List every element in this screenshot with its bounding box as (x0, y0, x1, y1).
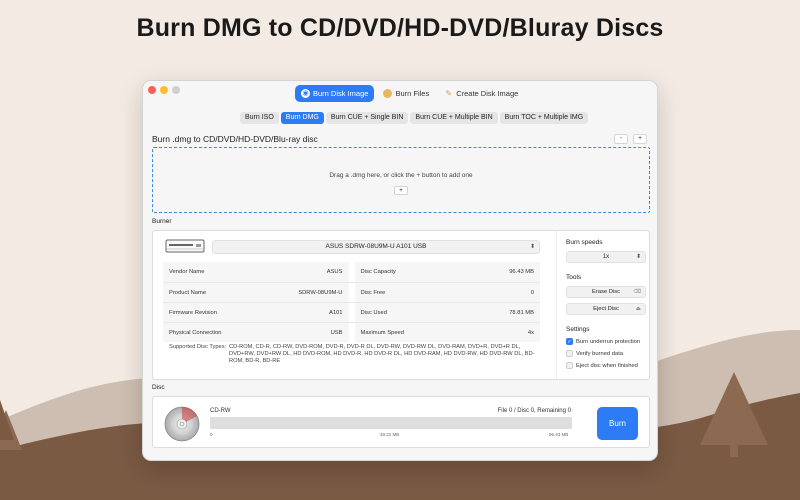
burn-speeds-label: Burn speeds (566, 239, 603, 246)
subtab-cue-multiple-bin[interactable]: Burn CUE + Multiple BIN (410, 112, 498, 124)
eject-when-finished-checkbox[interactable]: Eject disc when finished (566, 362, 638, 369)
tab-create-disk-image[interactable]: ✎ Create Disk Image (438, 85, 524, 102)
section-title: Burn .dmg to CD/DVD/HD-DVD/Blu-ray disc (152, 134, 318, 144)
info-key: Firmware Revision (169, 309, 217, 316)
tools-label: Tools (566, 274, 582, 281)
speed-value: 1x (602, 254, 610, 260)
checkbox-box (566, 350, 573, 357)
cd-icon (164, 406, 200, 442)
optical-drive-icon (165, 239, 205, 253)
info-value: SDRW-08U9M-U (298, 289, 343, 296)
erase-disc-label: Erase Disc (591, 289, 621, 295)
checkbox-box (566, 362, 573, 369)
checkmark-icon: ✓ (566, 338, 573, 345)
format-tabs: Burn ISO Burn DMG Burn CUE + Single BIN … (240, 112, 589, 124)
erase-disc-button[interactable]: Erase Disc ⌫ (566, 286, 646, 298)
info-row: Vendor Name ASUS Disc Capacity 96.43 MB (163, 262, 540, 282)
underrun-protection-checkbox[interactable]: ✓ Burn underrun protection (566, 338, 640, 345)
app-window: ◉ Burn Disk Image Burn Files ✎ Create Di… (142, 80, 658, 461)
checkbox-label: Eject disc when finished (576, 362, 638, 369)
tick-middle: 48.22 MB (380, 432, 400, 437)
eject-disc-label: Eject Disc (593, 306, 619, 312)
file-progress-info: File 0 / Disc 0, Remaining 0 (497, 408, 571, 414)
burner-panel: ASUS SDRW-08U9M-U A101 USB ⬍ Vendor Name… (152, 230, 650, 381)
page-headline: Burn DMG to CD/DVD/HD-DVD/Bluray Discs (136, 14, 664, 42)
subtab-burn-dmg[interactable]: Burn DMG (280, 112, 324, 124)
wand-icon: ✎ (445, 89, 453, 98)
disc-type: CD-RW (210, 408, 231, 414)
disc-usage-bar (210, 417, 572, 429)
remove-button[interactable]: - (614, 134, 628, 144)
burner-device-select[interactable]: ASUS SDRW-08U9M-U A101 USB ⬍ (212, 240, 540, 254)
tab-label: Burn Files (395, 89, 430, 98)
info-key: Maximum Speed (360, 329, 405, 336)
burner-label: Burner (152, 218, 172, 225)
close-window-button[interactable] (148, 86, 156, 94)
settings-label: Settings (566, 326, 590, 333)
tab-label: Burn Disk Image (313, 89, 369, 98)
info-value: 96.43 MB (509, 269, 534, 275)
eject-icon: ⏏ (635, 306, 641, 312)
info-row: Product Name SDRW-08U9M-U Disc Free 0 (163, 282, 540, 302)
tab-label: Create Disk Image (456, 89, 519, 98)
info-value: 4x (527, 329, 534, 336)
info-row: Firmware Revision A101 Disc Used 78.81 MB (163, 302, 540, 322)
subtab-cue-single-bin[interactable]: Burn CUE + Single BIN (325, 112, 409, 124)
mode-tabs: ◉ Burn Disk Image Burn Files ✎ Create Di… (295, 85, 524, 102)
files-icon (383, 89, 393, 98)
info-value: 78.81 MB (509, 309, 534, 316)
add-button[interactable]: + (633, 134, 647, 144)
disc-panel: CD-RW File 0 / Disc 0, Remaining 0 0 48.… (152, 396, 650, 448)
burn-button[interactable]: Burn (597, 407, 638, 440)
info-key: Vendor Name (169, 269, 205, 275)
burn-speed-select[interactable]: 1x ⬍ (566, 251, 646, 263)
disc-label: Disc (152, 384, 165, 391)
device-name: ASUS SDRW-08U9M-U A101 USB (325, 243, 427, 250)
checkbox-label: Burn underrun protection (576, 338, 641, 345)
info-key: Physical Connection (169, 329, 222, 336)
zoom-window-button[interactable] (172, 86, 180, 94)
drop-zone[interactable]: Drag a .dmg here, or click the + button … (152, 147, 650, 213)
supported-value: CD-ROM, CD-R, CD-RW, DVD-ROM, DVD-R, DVD… (229, 344, 535, 365)
verify-data-checkbox[interactable]: Verify burned data (566, 350, 623, 357)
info-value: ASUS (326, 269, 343, 275)
supported-label: Supported Disc Types: (169, 344, 227, 350)
minimize-window-button[interactable] (160, 86, 168, 94)
drop-hint: Drag a .dmg here, or click the + button … (329, 172, 473, 179)
info-row: Physical Connection USB Maximum Speed 4x (163, 322, 540, 342)
info-key: Disc Free (360, 289, 386, 296)
tick-end: 96.43 MB (549, 432, 569, 437)
title-bar: ◉ Burn Disk Image Burn Files ✎ Create Di… (143, 81, 657, 107)
tab-burn-disk-image[interactable]: ◉ Burn Disk Image (295, 85, 375, 102)
checkbox-label: Verify burned data (576, 350, 624, 357)
info-key: Product Name (169, 289, 207, 296)
info-value: A101 (328, 309, 343, 316)
burner-side-panel: Burn speeds 1x ⬍ Tools Erase Disc ⌫ Ejec… (556, 231, 646, 381)
tab-burn-files[interactable]: Burn Files (377, 85, 435, 102)
eject-disc-button[interactable]: Eject Disc ⏏ (566, 303, 646, 315)
info-key: Disc Capacity (360, 269, 396, 275)
info-value: 0 (530, 289, 534, 296)
subtab-toc-multiple-img[interactable]: Burn TOC + Multiple IMG (499, 112, 589, 124)
supported-disc-types: Supported Disc Types: CD-ROM, CD-R, CD-R… (163, 344, 540, 375)
chevron-updown-icon: ⬍ (529, 244, 535, 250)
subtab-burn-iso[interactable]: Burn ISO (240, 112, 279, 124)
device-info-grid: Vendor Name ASUS Disc Capacity 96.43 MB Pr… (163, 262, 540, 342)
info-key: Disc Used (360, 309, 387, 316)
tick-start: 0 (210, 432, 213, 437)
eraser-icon: ⌫ (633, 289, 641, 295)
drop-add-button[interactable]: + (394, 186, 408, 195)
info-value: USB (330, 329, 343, 336)
chevron-updown-icon: ⬍ (635, 254, 641, 260)
disc-icon: ◉ (301, 89, 310, 98)
